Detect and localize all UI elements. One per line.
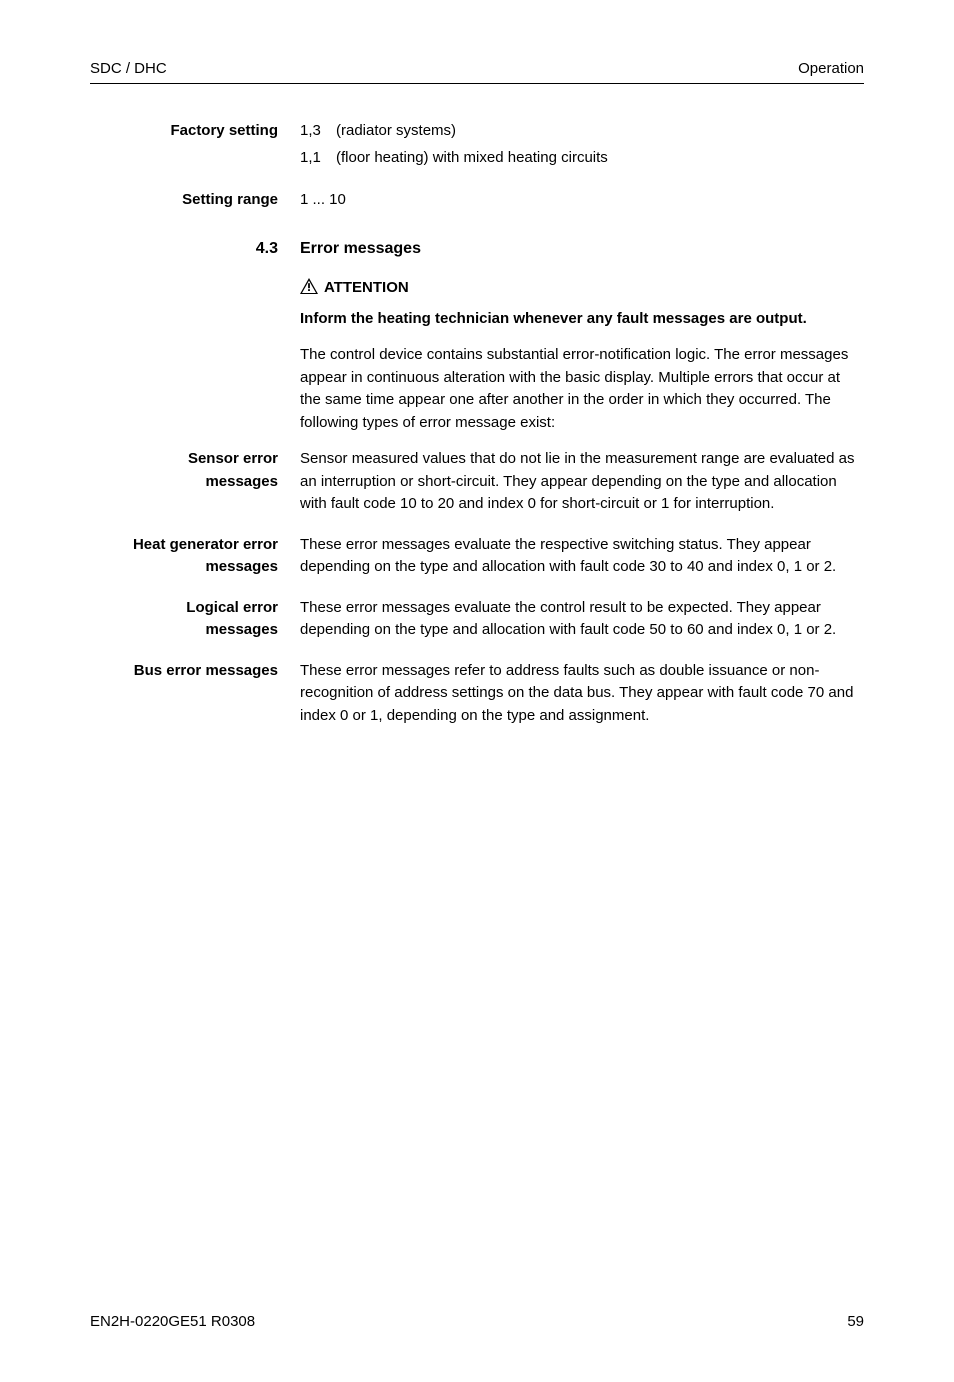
heat-gen-error-label-line2: messages xyxy=(205,558,278,575)
page: SDC / DHC Operation Factory setting 1,3 … xyxy=(0,0,954,1382)
heat-gen-error-label: Heat generator error messages xyxy=(90,534,300,579)
logical-error-body: These error messages evaluate the contro… xyxy=(300,597,864,642)
attention-heading: ATTENTION xyxy=(300,278,864,298)
factory-setting-content: 1,3 (radiator systems) 1,1 (floor heatin… xyxy=(300,120,864,173)
logical-error-label: Logical error messages xyxy=(90,597,300,642)
sensor-error-body: Sensor measured values that do not lie i… xyxy=(300,448,864,516)
section-heading: 4.3 Error messages xyxy=(90,240,864,258)
setting-range-value: 1 ... 10 xyxy=(300,189,864,212)
warning-icon xyxy=(300,278,318,298)
factory-setting-key: 1,1 xyxy=(300,147,336,170)
bus-error-body: These error messages refer to address fa… xyxy=(300,660,864,728)
footer-right: 59 xyxy=(847,1313,864,1330)
factory-setting-val: (floor heating) with mixed heating circu… xyxy=(336,147,864,170)
heat-gen-error-row: Heat generator error messages These erro… xyxy=(90,534,864,579)
heat-gen-error-label-line1: Heat generator error xyxy=(133,536,278,553)
attention-label: ATTENTION xyxy=(324,279,409,296)
section-number: 4.3 xyxy=(90,240,300,258)
attention-heading-row: ATTENTION xyxy=(90,278,864,298)
page-header: SDC / DHC Operation xyxy=(90,60,864,77)
logical-error-label-line2: messages xyxy=(205,621,278,638)
header-right: Operation xyxy=(798,60,864,77)
sensor-error-label-line2: messages xyxy=(205,473,278,490)
factory-setting-key: 1,3 xyxy=(300,120,336,143)
header-rule xyxy=(90,83,864,84)
factory-setting-item: 1,1 (floor heating) with mixed heating c… xyxy=(300,147,864,170)
setting-range-label: Setting range xyxy=(90,189,300,212)
heat-gen-error-body: These error messages evaluate the respec… xyxy=(300,534,864,579)
factory-setting-label: Factory setting xyxy=(90,120,300,143)
bus-error-row: Bus error messages These error messages … xyxy=(90,660,864,728)
sensor-error-label-line1: Sensor error xyxy=(188,450,278,467)
bus-error-label: Bus error messages xyxy=(90,660,300,683)
factory-setting-val: (radiator systems) xyxy=(336,120,864,143)
sensor-error-label: Sensor error messages xyxy=(90,448,300,493)
section-title: Error messages xyxy=(300,240,864,258)
attention-body: The control device contains substantial … xyxy=(300,344,864,434)
attention-bold-text: Inform the heating technician whenever a… xyxy=(300,308,864,331)
factory-setting-row: Factory setting 1,3 (radiator systems) 1… xyxy=(90,120,864,173)
logical-error-label-line1: Logical error xyxy=(186,599,278,616)
setting-range-row: Setting range 1 ... 10 xyxy=(90,189,864,212)
logical-error-row: Logical error messages These error messa… xyxy=(90,597,864,642)
sensor-error-row: Sensor error messages Sensor measured va… xyxy=(90,448,864,516)
factory-setting-item: 1,3 (radiator systems) xyxy=(300,120,864,143)
page-footer: EN2H-0220GE51 R0308 59 xyxy=(90,1313,864,1330)
footer-left: EN2H-0220GE51 R0308 xyxy=(90,1313,255,1330)
header-left: SDC / DHC xyxy=(90,60,167,77)
